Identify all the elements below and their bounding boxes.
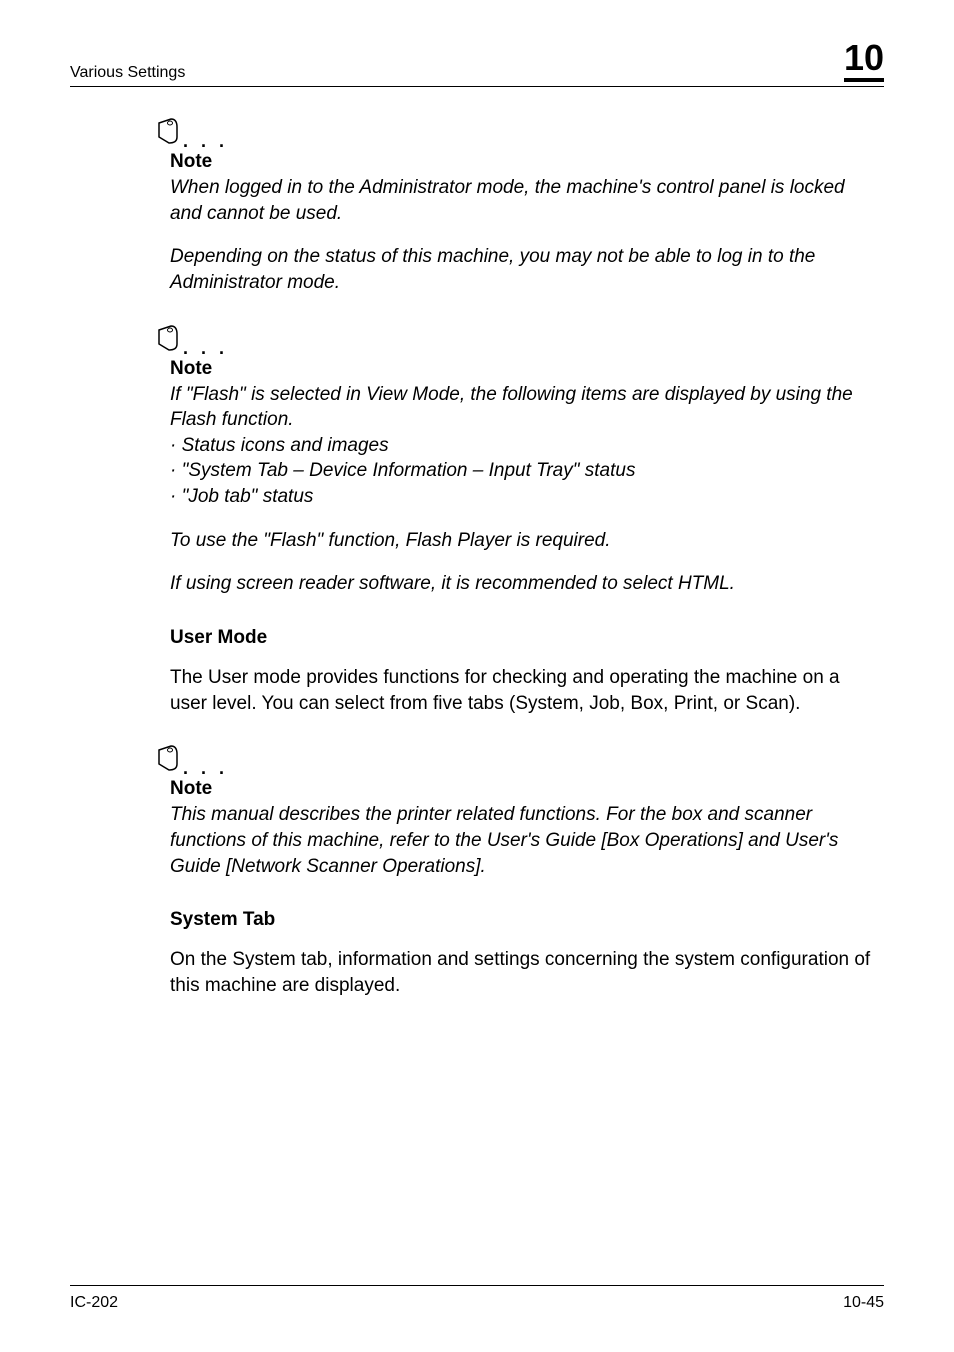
body-system-tab: On the System tab, information and setti… bbox=[170, 947, 874, 998]
note-dots: . . . bbox=[183, 758, 228, 779]
note-paragraph: This manual describes the printer relate… bbox=[170, 802, 874, 879]
note-icon-row: . . . bbox=[155, 324, 874, 354]
note-dots: . . . bbox=[183, 131, 228, 152]
note-bullet: · "Job tab" status bbox=[170, 484, 874, 510]
note-body: When logged in to the Administrator mode… bbox=[170, 175, 874, 296]
body-user-mode: The User mode provides functions for che… bbox=[170, 665, 874, 716]
note-block-3: . . . Note This manual describes the pri… bbox=[170, 744, 874, 879]
header-section-title: Various Settings bbox=[70, 64, 185, 82]
note-icon-row: . . . bbox=[155, 117, 874, 147]
heading-user-mode: User Mode bbox=[170, 627, 874, 649]
note-block-2: . . . Note If "Flash" is selected in Vie… bbox=[170, 324, 874, 597]
note-paragraph: When logged in to the Administrator mode… bbox=[170, 175, 874, 226]
note-bullet: · "System Tab – Device Information – Inp… bbox=[170, 458, 874, 484]
note-dots: . . . bbox=[183, 338, 228, 359]
footer-right: 10-45 bbox=[843, 1294, 884, 1312]
footer-left: IC-202 bbox=[70, 1294, 118, 1312]
note-body: If "Flash" is selected in View Mode, the… bbox=[170, 382, 874, 597]
note-paragraph: If using screen reader software, it is r… bbox=[170, 571, 874, 597]
note-block-1: . . . Note When logged in to the Adminis… bbox=[170, 117, 874, 296]
note-label: Note bbox=[170, 151, 874, 173]
page-footer: IC-202 10-45 bbox=[70, 1285, 884, 1312]
note-label: Note bbox=[170, 778, 874, 800]
header-chapter-number: 10 bbox=[844, 40, 884, 82]
note-icon bbox=[155, 117, 183, 145]
note-icon bbox=[155, 744, 183, 772]
note-bullet: · Status icons and images bbox=[170, 433, 874, 459]
note-icon bbox=[155, 324, 183, 352]
note-paragraph: To use the "Flash" function, Flash Playe… bbox=[170, 528, 874, 554]
page-header: Various Settings 10 bbox=[70, 40, 884, 87]
note-paragraph: If "Flash" is selected in View Mode, the… bbox=[170, 382, 874, 433]
note-paragraph: Depending on the status of this machine,… bbox=[170, 244, 874, 295]
note-icon-row: . . . bbox=[155, 744, 874, 774]
heading-system-tab: System Tab bbox=[170, 909, 874, 931]
page-content: . . . Note When logged in to the Adminis… bbox=[70, 117, 884, 999]
note-body: This manual describes the printer relate… bbox=[170, 802, 874, 879]
note-label: Note bbox=[170, 358, 874, 380]
